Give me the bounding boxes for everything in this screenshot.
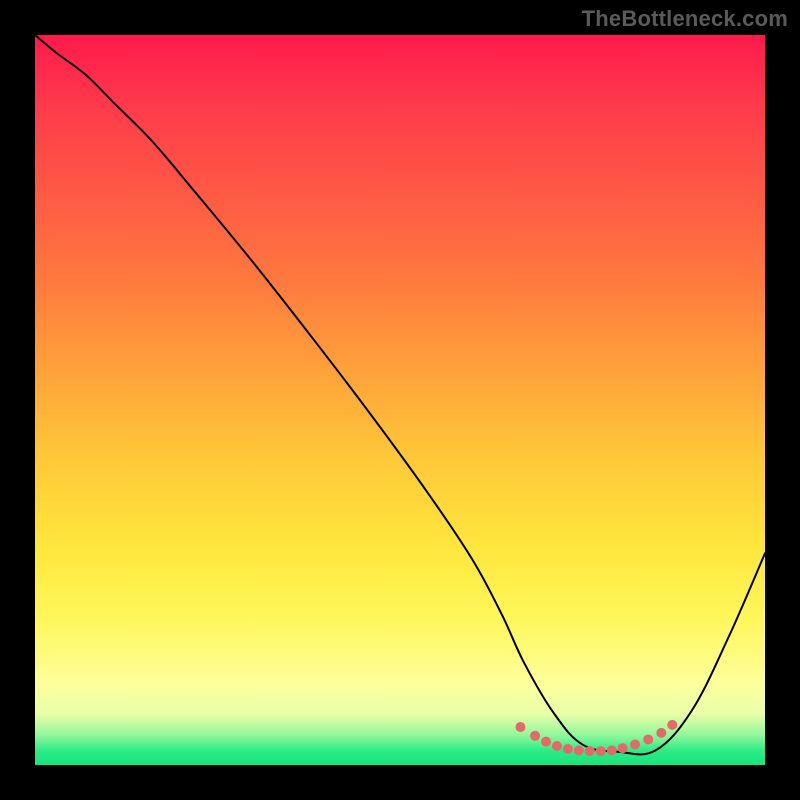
scatter-dot (515, 722, 525, 732)
scatter-dot (563, 744, 573, 754)
scatter-dot (643, 734, 653, 744)
plot-area (35, 35, 765, 765)
scatter-dot (585, 746, 595, 756)
scatter-dot (607, 745, 617, 755)
curve-svg (35, 35, 765, 765)
scatter-dot (530, 731, 540, 741)
scatter-dot (630, 740, 640, 750)
chart-container: TheBottleneck.com (0, 0, 800, 800)
scatter-dot (541, 737, 551, 747)
watermark-text: TheBottleneck.com (582, 6, 788, 32)
scatter-dot (667, 720, 677, 730)
curve-path (35, 35, 765, 754)
scatter-dot (574, 745, 584, 755)
scatter-dot (618, 743, 628, 753)
scatter-dot (596, 746, 606, 756)
scatter-dot (552, 741, 562, 751)
scatter-dot (656, 728, 666, 738)
